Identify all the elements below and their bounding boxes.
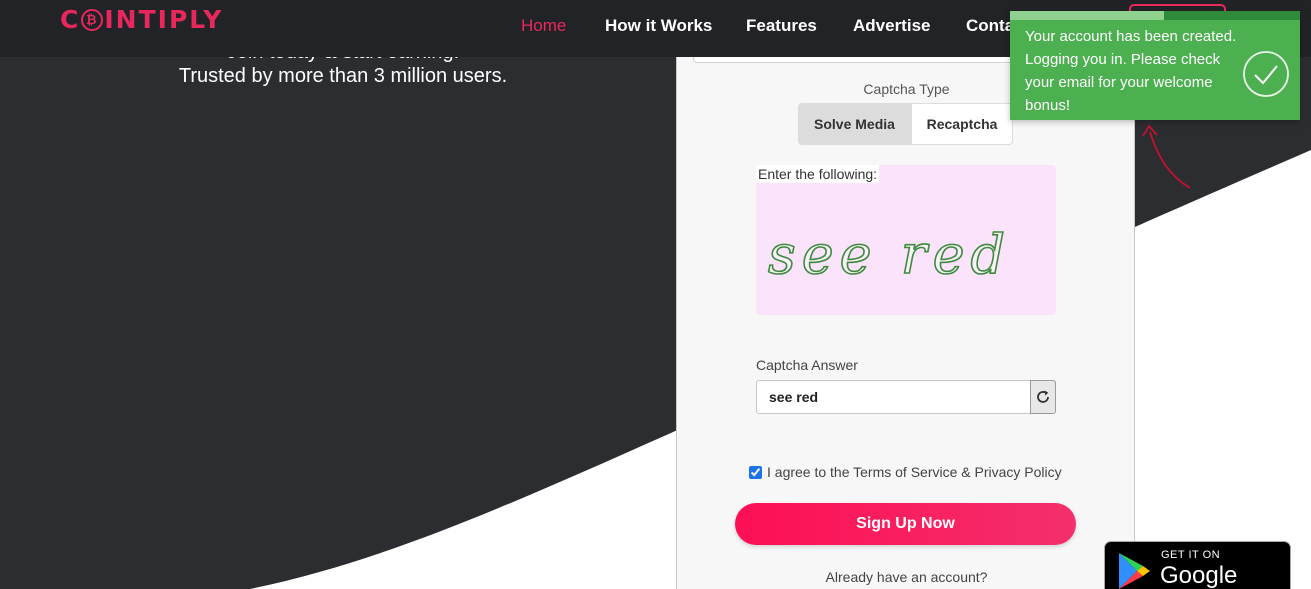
google-play-big-text: Google Play (1160, 562, 1238, 589)
nav-how-it-works[interactable]: How it Works (605, 16, 712, 36)
captcha-type-tabs: Solve Media Recaptcha (798, 103, 1013, 145)
success-toast[interactable]: Your account has been created. Logging y… (1010, 11, 1300, 120)
google-play-small-text: GET IT ON (1161, 549, 1221, 561)
signup-form-card: Captcha Type Solve Media Recaptcha Enter… (676, 51, 1136, 589)
login-prompt[interactable]: Already have an account? (677, 569, 1136, 585)
captcha-answer-input[interactable] (756, 380, 1031, 414)
captcha-answer-label: Captcha Answer (756, 357, 858, 373)
nav-advertise[interactable]: Advertise (853, 16, 930, 36)
terms-label: I agree to the Terms of Service & Privac… (767, 464, 1062, 480)
captcha-challenge-box: Enter the following: see red (756, 165, 1056, 315)
captcha-image-text: see red (768, 223, 1011, 286)
captcha-instruction: Enter the following: (756, 165, 880, 183)
tab-recaptcha[interactable]: Recaptcha (911, 103, 1013, 145)
google-play-badge[interactable]: GET IT ON Google Play (1104, 541, 1291, 589)
terms-agreement[interactable]: I agree to the Terms of Service & Privac… (749, 464, 1062, 480)
refresh-icon (1037, 390, 1049, 403)
nav-home[interactable]: Home (521, 16, 566, 36)
captcha-refresh-button[interactable] (1030, 380, 1056, 414)
nav-contact[interactable]: Conta (966, 16, 1014, 36)
pointer-arrow-icon (1142, 124, 1191, 189)
check-circle-icon (1243, 51, 1289, 97)
toast-progress-track (1010, 11, 1300, 20)
nav-features[interactable]: Features (746, 16, 817, 36)
hero-line-2: Trusted by more than 3 million users. (178, 65, 508, 87)
toast-message: Your account has been created. Logging y… (1025, 28, 1237, 114)
captcha-image: see red (767, 222, 1011, 287)
toast-progress-bar (1010, 11, 1164, 20)
google-play-icon (1119, 553, 1150, 589)
terms-checkbox[interactable] (749, 465, 762, 479)
sign-up-button[interactable]: Sign Up Now (735, 503, 1076, 545)
tab-solve-media[interactable]: Solve Media (798, 103, 911, 145)
